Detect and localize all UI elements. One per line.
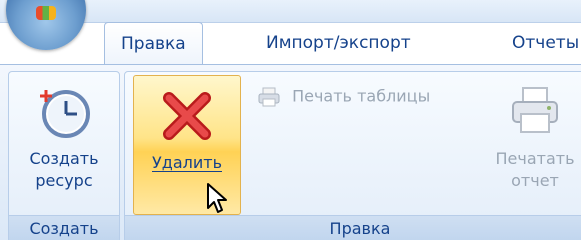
group-create-label: Создать — [9, 215, 119, 240]
print-report-button[interactable]: Печатать отчет — [480, 72, 581, 212]
office-logo-icon — [36, 6, 56, 20]
mouse-cursor-icon — [207, 183, 227, 213]
printer-icon — [512, 87, 558, 133]
ribbon-body: Создать ресурс Создать Удалить Печать та… — [0, 64, 581, 240]
tab-import-export[interactable]: Импорт/экспорт — [250, 22, 427, 64]
group-edit-label: Правка — [125, 215, 581, 240]
group-edit: Удалить Печать таблицы Печатать отчет Пр… — [124, 71, 581, 240]
create-resource-label-2: ресурс — [35, 171, 93, 190]
tab-reports[interactable]: Отчеты — [496, 22, 581, 64]
ribbon: Правка Импорт/экспорт Отчеты Создать рес… — [0, 0, 581, 240]
group-create: Создать ресурс Создать — [8, 71, 120, 240]
printer-icon — [258, 87, 280, 106]
print-report-label-1: Печатать — [495, 149, 575, 168]
title-bar — [0, 0, 581, 50]
red-x-icon — [163, 92, 211, 140]
tab-edit[interactable]: Правка — [104, 22, 203, 66]
ribbon-tabs: Правка Импорт/экспорт Отчеты — [0, 22, 581, 66]
delete-label: Удалить — [152, 153, 222, 172]
create-resource-button[interactable]: Создать ресурс — [9, 72, 119, 212]
clock-add-icon — [40, 90, 90, 138]
print-report-label-2: отчет — [511, 171, 559, 190]
print-table-label: Печать таблицы — [292, 86, 431, 106]
create-resource-label-1: Создать — [29, 149, 99, 168]
print-table-button[interactable]: Печать таблицы — [257, 82, 430, 110]
